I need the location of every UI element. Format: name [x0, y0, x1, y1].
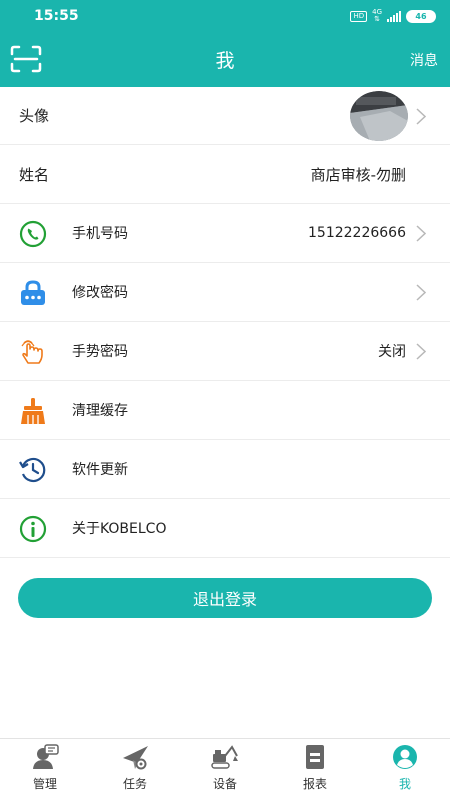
- profile-icon: [393, 745, 417, 769]
- name-label: 姓名: [19, 165, 50, 184]
- avatar-row[interactable]: 头像: [0, 87, 450, 145]
- chevron-right-icon: [416, 225, 426, 242]
- phone-value: 15122226666: [308, 225, 406, 241]
- tab-label: 任务: [122, 777, 147, 791]
- data-arrows-icon: ⇅: [374, 15, 380, 23]
- phone-icon: [19, 220, 47, 248]
- software-update-label: 软件更新: [72, 462, 128, 478]
- status-bar: 15:55 HD 4G ⇅ 46: [0, 0, 450, 32]
- tab-task[interactable]: 任务: [90, 739, 180, 800]
- logout-button[interactable]: 退出登录: [18, 578, 432, 618]
- phone-label: 手机号码: [72, 226, 128, 242]
- chevron-right-icon: [416, 343, 426, 360]
- change-password-label: 修改密码: [72, 285, 128, 301]
- task-icon: [123, 746, 148, 770]
- gesture-hand-icon: [21, 340, 43, 364]
- battery-level: 46: [415, 11, 427, 21]
- excavator-icon: [211, 745, 238, 769]
- lock-icon: [21, 280, 45, 305]
- broom-icon: [21, 398, 45, 424]
- messages-button[interactable]: 消息: [410, 50, 438, 70]
- avatar[interactable]: [350, 91, 408, 141]
- page-title: 我: [215, 50, 235, 72]
- tab-label: 设备: [212, 777, 237, 791]
- report-icon: [306, 745, 324, 769]
- gesture-password-label: 手势密码: [72, 344, 128, 360]
- status-time: 15:55: [34, 8, 79, 24]
- chevron-right-icon: [416, 284, 426, 301]
- change-password-row[interactable]: 修改密码: [0, 263, 450, 322]
- phone-row[interactable]: 手机号码 15122226666: [0, 204, 450, 263]
- battery-icon: 46: [406, 9, 436, 23]
- tab-label: 管理: [32, 777, 57, 791]
- bottom-tab-bar: 管理 任务 设备 报表 我: [0, 738, 450, 800]
- tab-me[interactable]: 我: [360, 739, 450, 800]
- avatar-label: 头像: [19, 107, 50, 125]
- about-row[interactable]: 关于KOBELCO: [0, 499, 450, 558]
- name-value: 商店审核-勿删: [310, 165, 406, 184]
- tab-label: 我: [398, 777, 411, 791]
- signal-icon: [387, 10, 401, 22]
- tab-manage[interactable]: 管理: [0, 739, 90, 800]
- software-update-row[interactable]: 软件更新: [0, 440, 450, 499]
- about-label: 关于KOBELCO: [72, 521, 167, 537]
- clear-cache-row[interactable]: 清理缓存: [0, 381, 450, 440]
- app-header: 我 消息: [0, 32, 450, 87]
- hd-badge: HD: [350, 10, 368, 22]
- name-row: 姓名 商店审核-勿删: [0, 145, 450, 204]
- status-indicators: HD 4G ⇅ 46: [350, 9, 436, 23]
- chevron-right-icon: [416, 108, 426, 125]
- top-bar: 15:55 HD 4G ⇅ 46 我 消息: [0, 0, 450, 87]
- tab-reports[interactable]: 报表: [270, 739, 360, 800]
- info-icon: [19, 515, 47, 543]
- update-clock-icon: [19, 457, 46, 483]
- clear-cache-label: 清理缓存: [72, 403, 128, 419]
- settings-list: 头像 姓名 商店审核-勿删 手机号码 15122226666 修改密码 手势密码…: [0, 87, 450, 558]
- gesture-password-status: 关闭: [378, 344, 406, 360]
- gesture-password-row[interactable]: 手势密码 关闭: [0, 322, 450, 381]
- network-indicator: 4G ⇅: [372, 9, 382, 23]
- tab-label: 报表: [302, 777, 327, 791]
- tab-equipment[interactable]: 设备: [180, 739, 270, 800]
- manage-icon: [33, 744, 59, 769]
